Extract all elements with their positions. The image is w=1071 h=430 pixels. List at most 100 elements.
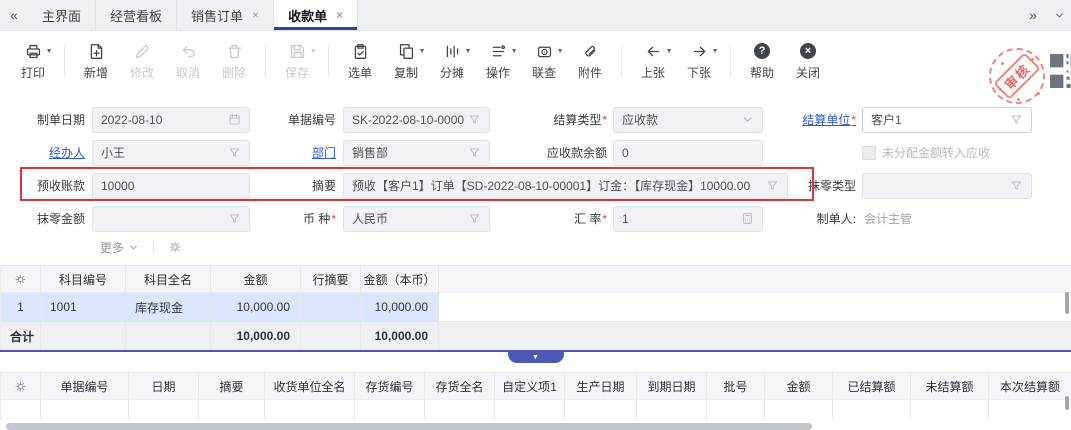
handler-link[interactable]: 经办人 <box>49 146 85 160</box>
copy-icon <box>398 43 415 60</box>
tab-close-icon[interactable]: × <box>336 9 343 21</box>
tabs-overflow-icon[interactable]: » <box>1019 0 1047 30</box>
column-header-account-name: 科目全名 <box>126 266 211 292</box>
row-number-cell: 1 <box>1 293 41 321</box>
close-icon: × <box>800 43 816 59</box>
toolbar-separator <box>328 45 329 77</box>
calculator-icon <box>741 212 754 225</box>
advance-receipt-input[interactable]: 10000 <box>92 173 250 199</box>
rounding-type-label: 抹零类型 <box>788 177 862 194</box>
amount-local-cell[interactable]: 10,000.00 <box>361 293 439 321</box>
summary-input[interactable]: 预收【客户1】订单【SD-2022-08-10-00001】订金：【库存现金】1… <box>343 173 788 199</box>
link-query-button[interactable]: ▼ 联查 <box>521 40 567 81</box>
chevron-down-icon <box>741 113 754 126</box>
vertical-scrollbar-thumb[interactable] <box>1065 396 1069 410</box>
tab-close-icon[interactable]: × <box>252 9 259 21</box>
select-doc-icon <box>352 43 369 60</box>
form-settings-gear-icon[interactable] <box>168 240 182 254</box>
chevron-down-icon[interactable] <box>128 242 139 253</box>
prev-doc-button[interactable]: ▼ 上张 <box>630 40 676 81</box>
dropdown-caret-icon[interactable]: ▼ <box>46 48 53 55</box>
more-label[interactable]: 更多 <box>100 239 124 256</box>
doc-no-input[interactable]: SK-2022-08-10-00001 <box>343 107 490 133</box>
new-button[interactable]: 新增 <box>73 40 119 81</box>
cancel-button: 取消 <box>165 40 211 81</box>
settlement-type-select[interactable]: 应收款 <box>613 107 763 133</box>
delete-button: 删除 <box>211 40 257 81</box>
account-no-cell[interactable]: 1001 <box>41 293 126 321</box>
filter-icon <box>766 179 779 192</box>
settlement-unit-input[interactable]: 客户1 <box>862 107 1032 133</box>
horizontal-scrollbar-thumb[interactable] <box>6 423 812 430</box>
column-header-account-no: 科目编号 <box>41 266 126 292</box>
form-row-highlighted: 预收账款 10000 摘要 预收【客户1】订单【SD-2022-08-10-00… <box>0 169 1071 202</box>
help-button[interactable]: ? 帮助 <box>739 40 785 81</box>
exchange-rate-input[interactable]: 1 <box>613 206 763 232</box>
dropdown-caret-icon[interactable]: ▼ <box>419 48 426 55</box>
pencil-icon <box>134 43 151 60</box>
print-button[interactable]: ▼ 打印 <box>10 40 56 81</box>
doc-date-input[interactable]: 2022-08-10 <box>92 107 250 133</box>
dropdown-caret-icon[interactable]: ▼ <box>666 48 673 55</box>
dropdown-caret-icon[interactable]: ▼ <box>557 48 564 55</box>
tab-main[interactable]: 主界面 <box>28 0 96 30</box>
tab-sales-order[interactable]: 销售订单 × <box>177 0 274 30</box>
toolbar-separator <box>64 45 65 77</box>
tab-label: 主界面 <box>42 6 81 25</box>
save-button: ▼ 保存 <box>274 40 320 81</box>
receipt-voucher-window: « 主界面 经营看板 销售订单 × 收款单 × » ▼ 打印 新增 <box>0 0 1071 430</box>
department-link[interactable]: 部门 <box>312 146 336 160</box>
dropdown-caret-icon[interactable]: ▼ <box>465 48 472 55</box>
table-row[interactable]: 1 1001 库存现金 10,000.00 10,000.00 <box>1 292 1071 321</box>
department-label: 部门 <box>250 144 343 161</box>
handler-input[interactable]: 小王 <box>92 140 250 166</box>
tab-receipt-voucher[interactable]: 收款单 × <box>274 0 358 30</box>
empty-table-row[interactable] <box>1 399 1071 420</box>
exchange-rate-label: 汇 率 <box>490 210 613 227</box>
rounding-amount-input[interactable] <box>92 206 250 232</box>
tab-dashboard[interactable]: 经营看板 <box>96 0 177 30</box>
close-button[interactable]: × 关闭 <box>785 40 831 81</box>
doc-no-label: 单据编号 <box>250 111 343 128</box>
table-settings-gear-icon[interactable] <box>14 380 27 393</box>
settlement-unit-link[interactable]: 结算单位 <box>802 113 856 127</box>
row-filler <box>439 293 1071 321</box>
attachment-button[interactable]: 附件 <box>567 40 613 81</box>
collapse-handle[interactable]: ▼ <box>508 352 564 363</box>
filter-icon <box>468 212 481 225</box>
account-name-cell[interactable]: 库存现金 <box>126 293 211 321</box>
link-query-icon <box>536 43 553 60</box>
qr-code-icon[interactable] <box>1050 54 1071 88</box>
row-summary-cell[interactable] <box>301 293 361 321</box>
department-input[interactable]: 销售部 <box>343 140 490 166</box>
dropdown-caret-icon[interactable]: ▼ <box>511 48 518 55</box>
amount-cell[interactable]: 10,000.00 <box>211 293 301 321</box>
detail-table-header: 单据编号 日期 摘要 收货单位全名 存货编号 存货全名 自定义项1 生产日期 到… <box>1 373 1071 399</box>
form-row: 经办人 小王 部门 销售部 应收款余额 0 未分配金额转入应收 <box>0 136 1071 169</box>
rounding-type-input[interactable] <box>862 173 1032 199</box>
copy-button[interactable]: ▼ 复制 <box>383 40 429 81</box>
filter-icon <box>228 146 241 159</box>
table-settings-gear-icon[interactable] <box>14 273 27 286</box>
select-doc-button[interactable]: 选单 <box>337 40 383 81</box>
next-doc-button[interactable]: ▼ 下张 <box>676 40 722 81</box>
total-amount-cell: 10,000.00 <box>211 322 301 350</box>
allocate-button[interactable]: ▼ 分摊 <box>429 40 475 81</box>
operate-button[interactable]: ▼ 操作 <box>475 40 521 81</box>
currency-input[interactable]: 人民币 <box>343 206 490 232</box>
dropdown-caret-icon: ▼ <box>310 48 317 55</box>
voucher-form: 制单日期 2022-08-10 单据编号 SK-2022-08-10-00001… <box>0 103 1071 259</box>
filter-icon <box>468 113 481 126</box>
detail-table: 单据编号 日期 摘要 收货单位全名 存货编号 存货全名 自定义项1 生产日期 到… <box>0 372 1071 420</box>
tabbar-spacer <box>358 0 1019 30</box>
total-amount-local-cell: 10,000.00 <box>361 322 439 350</box>
vertical-scrollbar-thumb[interactable] <box>1065 292 1069 314</box>
tab-bar: « 主界面 经营看板 销售订单 × 收款单 × » <box>0 0 1071 31</box>
dropdown-caret-icon[interactable]: ▼ <box>712 48 719 55</box>
tabs-collapse-icon[interactable]: « <box>0 0 28 30</box>
column-header: 日期 <box>129 373 199 399</box>
filter-icon <box>1010 113 1023 126</box>
total-row: 合计 10,000.00 10,000.00 <box>1 321 1071 350</box>
chevron-down-icon[interactable] <box>1047 0 1071 30</box>
total-filler <box>439 322 1071 350</box>
